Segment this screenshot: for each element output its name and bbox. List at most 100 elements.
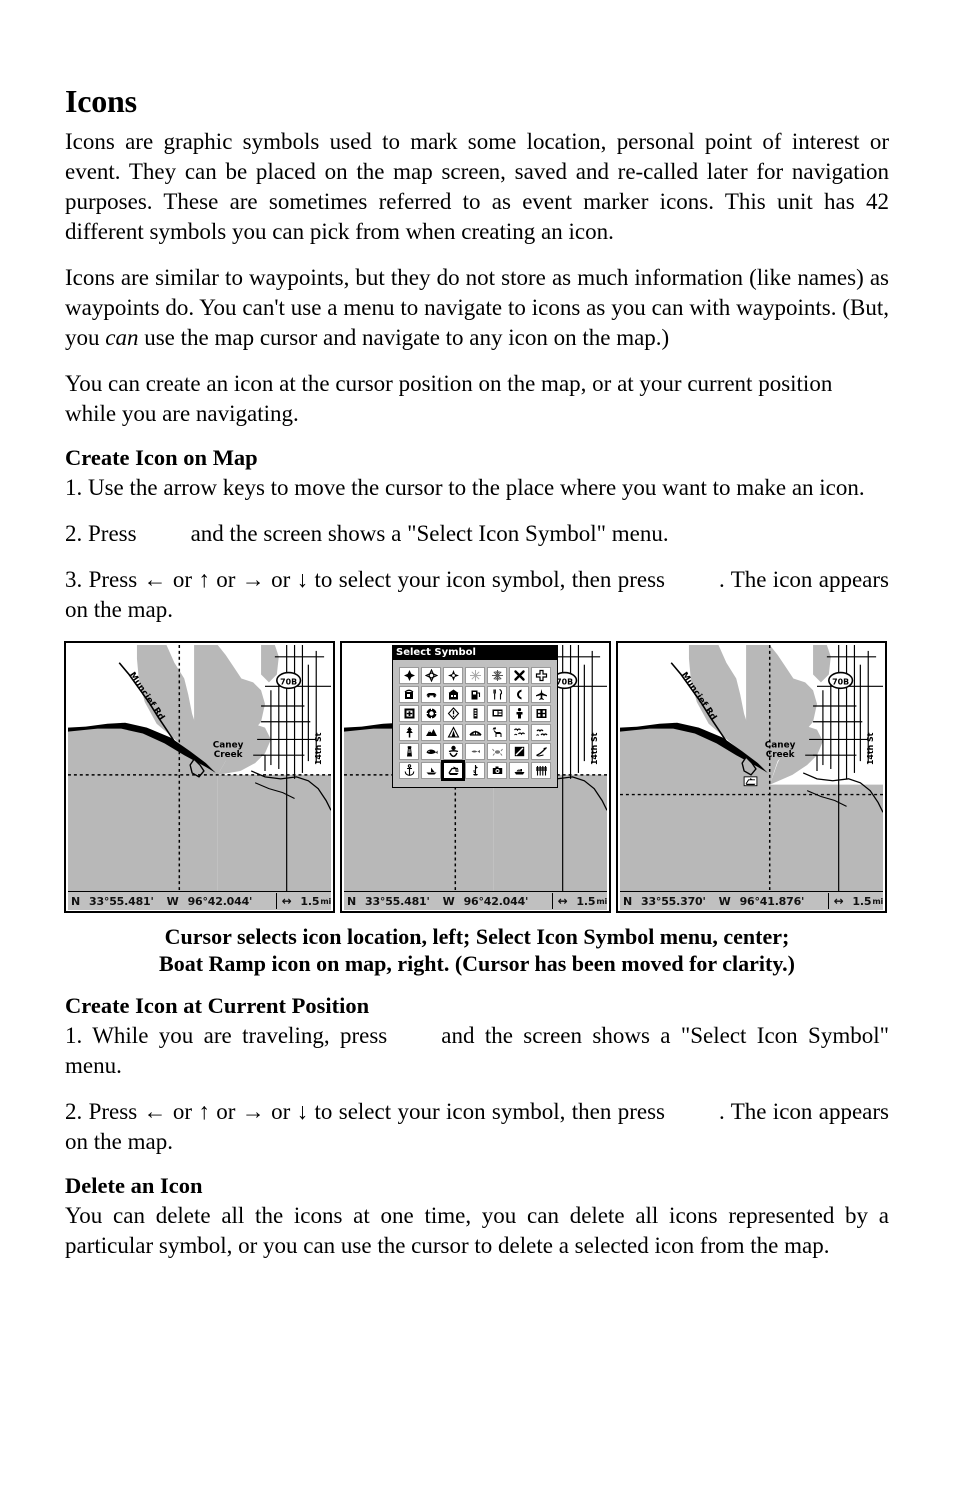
placed-boat-ramp-icon-right <box>743 776 758 787</box>
symbol-birds-icon[interactable] <box>509 724 529 742</box>
create-on-map-step-1: 1. Use the arrow keys to move the cursor… <box>65 475 865 501</box>
map-label-street-center: 14th St <box>590 732 599 765</box>
document-page: Icons Icons are graphic symbols used to … <box>64 83 889 1277</box>
symbol-telephone-icon[interactable] <box>509 686 529 704</box>
map-label-street-left: 14th St <box>314 732 323 765</box>
symbol-boat-ramp-icon[interactable] <box>441 760 465 782</box>
symbol-store-icon[interactable] <box>443 686 463 704</box>
page-title: Icons <box>65 83 137 119</box>
status-longitude-right: 96°41.876' <box>739 894 805 908</box>
range-arrow-icon-left: ↔ <box>281 894 292 909</box>
symbol-mountain-icon[interactable] <box>421 724 441 742</box>
step3-text-b: . <box>718 567 725 593</box>
status-hemisphere-ns-center: N <box>347 894 357 908</box>
symbol-bridge-icon[interactable] <box>465 724 485 742</box>
status-latitude-right: 33°55.370' <box>641 894 706 908</box>
heading-create-icon-at-current-position: Create Icon at Current Position <box>65 993 370 1019</box>
highway-shield-right: 70B <box>828 671 854 690</box>
step2-text-b: and the screen shows a "Select Icon Symb… <box>190 521 669 547</box>
symbol-dock-pier-icon[interactable] <box>531 762 551 780</box>
symbol-fuel-pump-icon[interactable] <box>465 686 485 704</box>
symbol-deer-icon[interactable] <box>487 724 507 742</box>
gps-panel-left: Muncief Rd Caney Creek 14th St 70B N 33°… <box>64 641 335 914</box>
heading-create-icon-on-map: Create Icon on Map <box>65 445 258 471</box>
cur-step2-text-a: 2. Press ← or ↑ or → or ↓ to select your… <box>65 1098 665 1124</box>
cur-step2-text-b: . <box>718 1098 725 1124</box>
symbol-diamond-outline-icon[interactable] <box>421 667 441 685</box>
svg-text:70B: 70B <box>832 677 849 686</box>
symbol-airplane-icon[interactable] <box>531 686 551 704</box>
symbol-crab-icon[interactable] <box>487 743 507 761</box>
symbol-building-window-icon[interactable] <box>531 705 551 723</box>
gps-panel-right: Muncief Rd Caney Creek 14th St 70B N 33°… <box>616 641 887 914</box>
symbol-no-entry-icon[interactable] <box>509 743 529 761</box>
symbol-grid[interactable] <box>393 660 557 787</box>
range-arrow-icon-right: ↔ <box>833 894 844 909</box>
symbol-ship-wheel-icon[interactable] <box>421 705 441 723</box>
create-at-current-step-2: 2. Press ← or ↑ or → or ↓ to select your… <box>65 1097 889 1157</box>
symbol-car-icon[interactable] <box>421 686 441 704</box>
symbol-person-icon[interactable] <box>509 705 529 723</box>
gps-statusbar-left: N 33°55.481' W 96°42.044' ↔ 1.5 mi <box>68 891 331 911</box>
intro-paragraph-2: Icons are similar to waypoints, but they… <box>65 263 889 353</box>
symbol-sailboat-icon[interactable] <box>421 762 441 780</box>
symbol-whale-icon[interactable] <box>421 743 441 761</box>
status-range-left: 1.5 <box>300 894 320 908</box>
status-latitude-center: 33°55.481' <box>365 894 430 908</box>
create-at-current-step-1: 1. While you are traveling, press and the… <box>65 1021 889 1081</box>
status-hemisphere-ns-left: N <box>71 894 81 908</box>
step2-text-a: 2. Press <box>65 521 137 547</box>
status-range-unit-left: mi <box>320 896 331 906</box>
status-longitude-center: 96°42.044' <box>463 894 529 908</box>
map-graphic-right: Muncief Rd Caney Creek 14th St 70B <box>620 645 883 892</box>
intro2-emphasis: can <box>105 325 139 351</box>
symbol-diamond-filled-icon[interactable] <box>399 667 419 685</box>
map-label-creek-1-left: Caney <box>213 740 244 750</box>
range-arrow-icon-center: ↔ <box>557 894 568 909</box>
symbol-tree-icon[interactable] <box>399 724 419 742</box>
symbol-billboard-icon[interactable] <box>487 705 507 723</box>
symbol-diamond-double-icon[interactable] <box>443 667 463 685</box>
symbol-x-mark-icon[interactable] <box>509 667 529 685</box>
symbol-caution-icon[interactable] <box>443 705 463 723</box>
figure-caption-line-2: Boat Ramp icon on map, right. (Cursor ha… <box>159 951 795 977</box>
status-range-center: 1.5 <box>576 894 596 908</box>
symbol-first-aid-icon[interactable] <box>399 705 419 723</box>
symbol-battery-icon[interactable] <box>465 705 485 723</box>
intro-paragraph-3: You can create an icon at the cursor pos… <box>65 371 833 427</box>
symbol-lighthouse-icon[interactable] <box>399 743 419 761</box>
symbol-cross-medical-icon[interactable] <box>531 667 551 685</box>
status-longitude-left: 96°42.044' <box>187 894 253 908</box>
status-hemisphere-ns-right: N <box>623 894 633 908</box>
step3-text-a: 3. Press ← or ↑ or → or ↓ to select your… <box>65 567 665 593</box>
symbol-powerboat-icon[interactable] <box>509 762 529 780</box>
symbol-snowflake-icon[interactable] <box>487 667 507 685</box>
intro2-part-b: use the map cursor and navigate to any i… <box>138 325 670 351</box>
symbol-mailbox-icon[interactable] <box>399 686 419 704</box>
intro-paragraph-1: Icons are graphic symbols used to mark s… <box>65 129 889 245</box>
status-divider-center <box>551 893 553 910</box>
status-range-unit-right: mi <box>872 896 883 906</box>
map-label-street-right: 14th St <box>866 732 875 765</box>
symbol-fish-icon[interactable] <box>465 743 485 761</box>
heading-delete-an-icon: Delete an Icon <box>65 1172 203 1198</box>
symbol-ducks-icon[interactable] <box>531 724 551 742</box>
select-symbol-dialog[interactable]: Select Symbol <box>392 645 558 789</box>
figure-gps-screens: Muncief Rd Caney Creek 14th St 70B N 33°… <box>64 641 889 914</box>
cur-step1-text-a: 1. While you are traveling, press <box>65 1022 388 1048</box>
status-range-right: 1.5 <box>852 894 872 908</box>
symbol-snowflake-light-icon[interactable] <box>465 667 485 685</box>
symbol-tent-icon[interactable] <box>443 724 463 742</box>
select-symbol-title: Select Symbol <box>393 646 557 661</box>
symbol-anchor-icon[interactable] <box>399 762 419 780</box>
map-graphic-left: Muncief Rd Caney Creek 14th St 70B <box>68 645 331 892</box>
map-label-creek-2-left: Creek <box>214 750 244 760</box>
symbol-water-ski-icon[interactable] <box>531 743 551 761</box>
create-on-map-step-2: 2. Press and the screen shows a "Select I… <box>65 519 889 549</box>
symbol-diver-icon[interactable] <box>443 743 463 761</box>
symbol-camera-icon[interactable] <box>487 762 507 780</box>
symbol-restaurant-icon[interactable] <box>487 686 507 704</box>
gps-screen-left: Muncief Rd Caney Creek 14th St 70B <box>68 645 331 892</box>
status-hemisphere-ew-center: W <box>442 894 455 908</box>
symbol-buoy-icon[interactable] <box>465 762 485 780</box>
